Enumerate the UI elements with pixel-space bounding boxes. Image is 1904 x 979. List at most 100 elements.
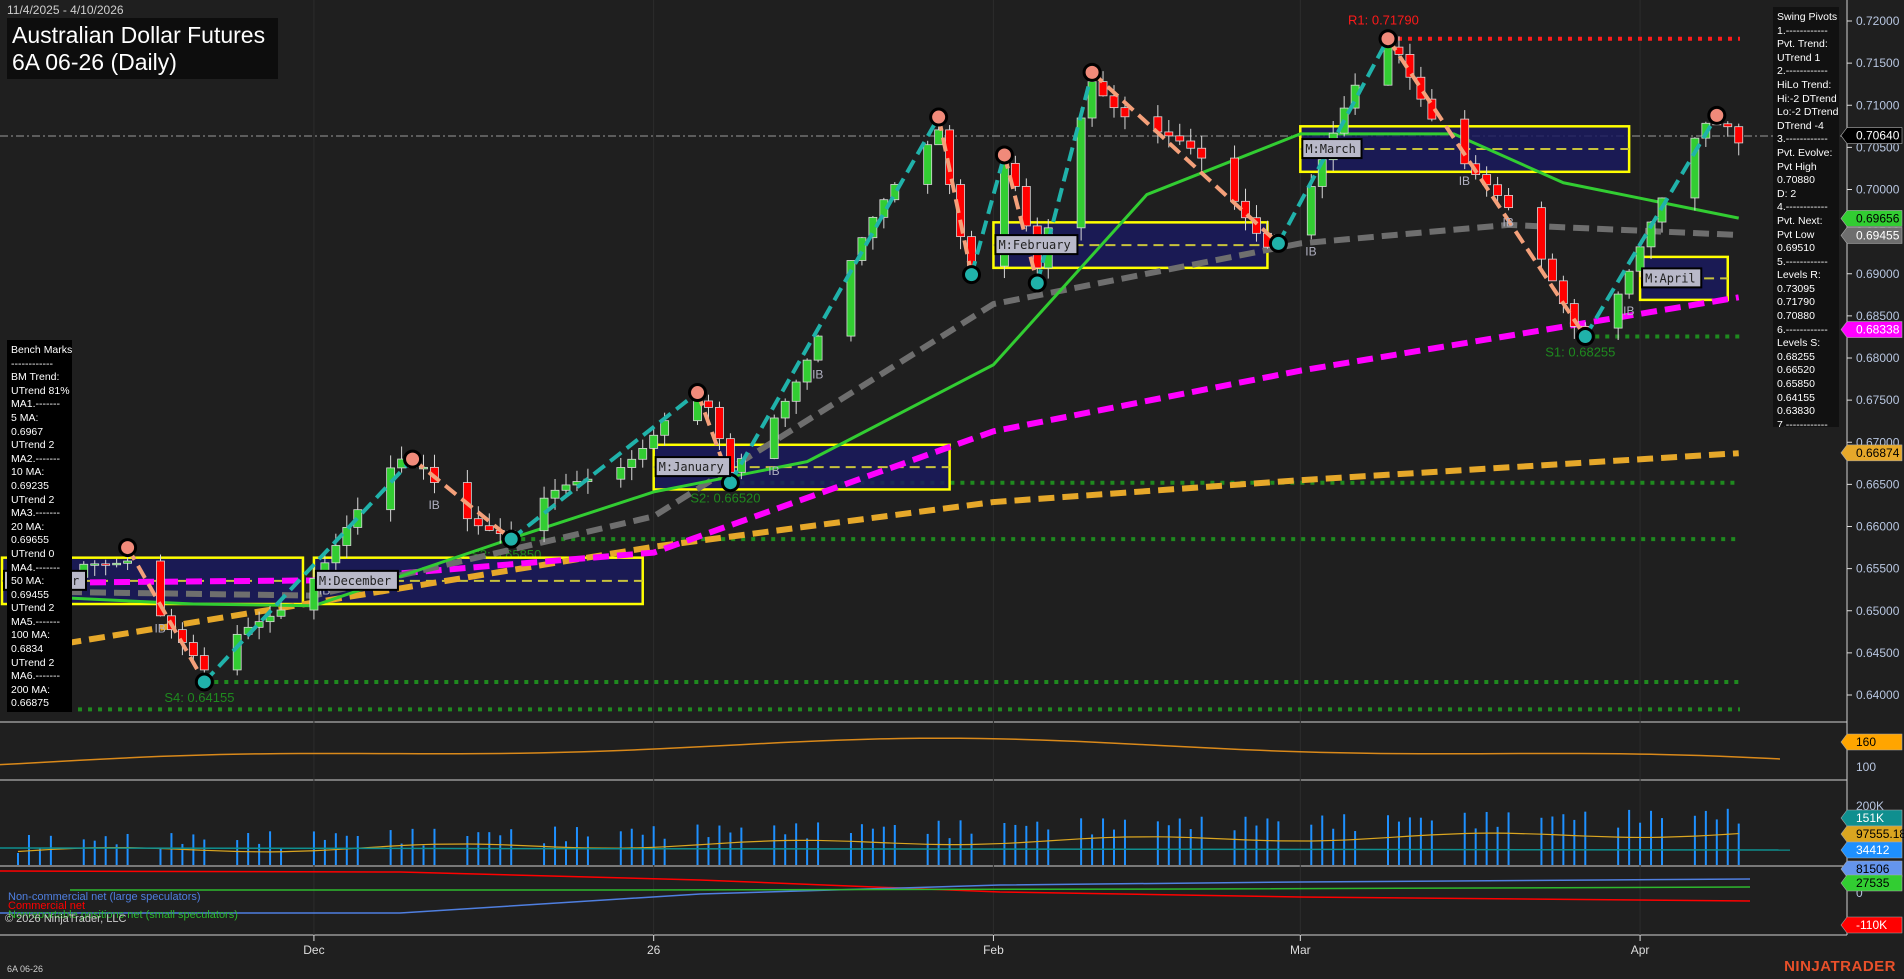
candle-body [90,563,100,566]
candle-body [1493,184,1502,196]
swing_pivots-line: Pvt High [1777,160,1817,173]
candle-body [1175,135,1185,142]
swing_pivots-line: Levels S: [1777,337,1821,350]
candle-body [1109,95,1119,109]
swing_pivots-line: Pvt. Next: [1777,214,1823,227]
benchmarks-line: 0.66875 [11,697,49,710]
price-flag: 0.68338 [1840,321,1903,338]
candle-body [112,562,122,566]
candle-body [704,400,713,408]
chart-subtitle: 6A 06-26 (Daily) [12,49,177,75]
candle-body [1383,46,1393,86]
candle-body [123,560,132,564]
swing_pivots-line: 7.------------ [1777,418,1828,427]
candle-body [813,335,823,361]
time-axis-label: Dec [303,943,324,957]
flag-value: 0.70640 [1856,129,1900,143]
benchmarks-line: UTrend 2 [11,656,55,669]
price-axis-label: 0.64000 [1856,688,1900,702]
date-range: 11/4/2025 - 4/10/2026 [7,3,124,17]
candle-body [802,359,812,383]
candle [1427,89,1437,122]
candle-body [199,655,209,671]
time-axis-label: Mar [1290,943,1311,957]
volume-flag: 151K [1840,809,1903,827]
candle-body [342,527,352,546]
candle-body [1548,258,1557,282]
candle-body [616,467,626,480]
pivot-high-marker [403,449,423,469]
candle [923,140,933,194]
swing_pivots-line: D: 2 [1777,187,1797,200]
candle [956,179,965,250]
price-axis-label: 0.67500 [1856,393,1900,407]
price-axis-label: 0.68500 [1856,309,1900,323]
candle-body [550,489,560,499]
benchmarks-line: UTrend 81% [11,384,70,397]
pivot-low-marker [962,265,982,285]
volume-line-teal [0,847,1791,851]
benchmarks-line: 0.69655 [11,534,49,547]
time-axis-label: Apr [1631,943,1650,957]
candle-body [638,447,648,460]
inside-bar-label: IB [154,621,165,635]
price-axis[interactable]: 0.720000.715000.710000.705000.700000.695… [1840,14,1904,934]
candle-body [780,400,790,419]
candle [1186,128,1196,155]
swing_pivots-line: 0.64155 [1777,391,1815,404]
price-axis-label: 0.68000 [1856,351,1900,365]
swing_pivots-line: HiLo Trend: [1777,78,1832,91]
candle [616,457,626,488]
candle-body [1613,293,1623,329]
monthly-box-label: M:February [998,238,1070,252]
swing_pivots-line: 0.73095 [1777,282,1815,295]
zigzag-up-leg [728,116,941,484]
swing_pivots-line: 4.------------ [1777,201,1828,214]
level-label: S2: 0.66520 [690,491,760,506]
indicator-line [0,737,1781,766]
flag-value: 0.66874 [1856,446,1900,460]
benchmarks-panel: Bench Marks ------------ BM Trend: UTrend 8… [7,340,72,712]
swing-pivots-panel: Swing Pivots 1.------------ Pvt. Trend: UTr… [1773,7,1839,427]
inside-bar-label: IB [428,498,439,512]
zigzag-down-leg [1090,70,1280,245]
swing_pivots-line: 6.------------ [1777,323,1828,336]
benchmarks-line: MA4.------- [11,561,60,574]
candle [802,358,812,390]
time-axis-label: Feb [983,943,1004,957]
monthly-box-tag: M:January [654,456,732,478]
benchmarks-line: UTrend 2 [11,439,55,452]
price-chart[interactable]: Dec 26 Feb Mar Apr R1: 0.71790 S1: 0.68255 S2:… [0,0,1904,979]
candle [1624,269,1634,299]
candle [1723,121,1733,137]
benchmarks-line: MA2.------- [11,452,60,465]
candle-body [101,563,111,566]
candle-body [715,407,724,440]
candle [473,506,483,535]
benchmarks-line: 100 MA: [11,629,51,642]
candle [1504,187,1513,211]
chart-title: Australian Dollar Futures [12,22,266,48]
level-label: S4: 0.64155 [164,690,234,705]
benchmarks-line: UTrend 0 [11,547,55,560]
ma-line-50ma [17,221,1739,599]
candle-body [1021,186,1031,227]
pivot-high-marker [1082,62,1102,82]
zigzag-down-leg [411,457,513,541]
pivot-low-marker [1268,233,1288,253]
benchmarks-line: MA1.------- [11,398,60,411]
candle [1197,135,1207,171]
pivot-high-marker [688,383,708,403]
swing_pivots-line: Levels R: [1777,269,1821,282]
pivot-low-marker [1575,327,1595,347]
brand-logo: NINJATRADER [1784,958,1896,975]
candle-body [945,129,954,185]
candle-body [1504,195,1513,209]
pivot-high-marker [994,145,1014,165]
flag-value: 160 [1856,735,1876,749]
candle-body [561,484,571,491]
candle-body [1734,126,1744,144]
swing_pivots-line: Lo:-2 DTrend [1777,106,1839,119]
candle-body [1624,270,1634,295]
copyright: © 2026 NinjaTrader, LLC [5,913,127,925]
